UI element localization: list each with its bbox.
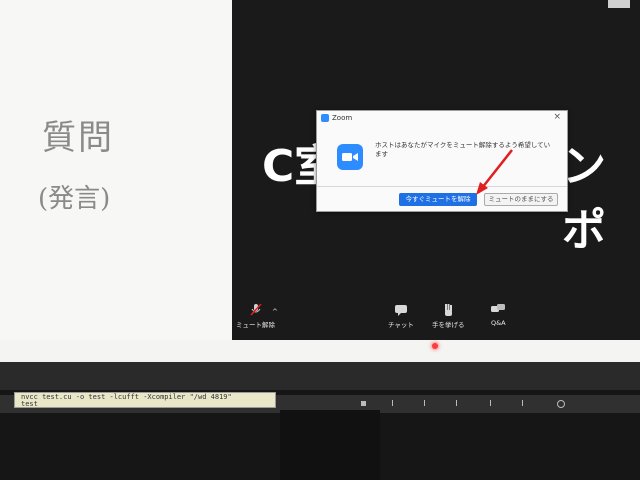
monitor-input-button-icon[interactable] <box>361 401 366 406</box>
monitor-stand <box>280 410 380 480</box>
terminal-command-strip: nvcc test.cu -o test -lcufft -Xcompiler … <box>14 392 276 408</box>
chevron-up-icon[interactable]: ^ <box>272 308 278 316</box>
qa-icon <box>491 304 506 312</box>
raise-hand-button[interactable]: 手を挙げる <box>432 304 465 329</box>
monitor-screen: 質問 (発言) C室 ンポ Zoom × ホストはあなたがマイクをミュート解除す… <box>0 0 640 362</box>
terminal-line-1: nvcc test.cu -o test -lcufft -Xcompiler … <box>21 393 232 401</box>
raise-hand-label: 手を挙げる <box>432 321 465 329</box>
dialog-titlebar: Zoom <box>321 114 352 122</box>
chat-bubble-icon <box>394 305 407 316</box>
qa-label: Q&A <box>491 319 506 327</box>
chat-button[interactable]: チャット <box>388 304 414 329</box>
raise-hand-icon <box>445 304 453 316</box>
qa-button[interactable]: Q&A <box>491 304 506 327</box>
slide-left-panel: 質問 (発言) <box>0 0 232 340</box>
screen-bottom-area <box>0 340 640 362</box>
unmute-now-button[interactable]: 今すぐミュートを解除 <box>399 193 477 206</box>
dialog-app-name: Zoom <box>332 114 353 122</box>
zoom-app-icon <box>321 114 329 122</box>
meeting-toolbar: ミュート解除 ^ チャット 手を挙げる Q&A <box>232 298 640 340</box>
unmute-toolbar-button[interactable]: ミュート解除 <box>236 304 275 329</box>
shared-slide-text-right: ンポ <box>562 141 606 256</box>
monitor-control-tick[interactable] <box>522 400 523 406</box>
unmute-toolbar-label: ミュート解除 <box>236 321 275 329</box>
annotation-arrow-icon <box>476 149 513 195</box>
power-icon[interactable] <box>557 400 565 408</box>
video-camera-icon <box>337 144 363 170</box>
monitor-bezel <box>0 362 640 390</box>
chat-label: チャット <box>388 321 414 329</box>
terminal-line-2: test <box>21 400 38 408</box>
close-icon[interactable]: × <box>553 112 561 122</box>
monitor-control-tick[interactable] <box>424 400 425 406</box>
muted-microphone-icon <box>249 304 262 316</box>
slide-title: 質問 <box>42 118 114 158</box>
dialog-divider <box>317 186 567 187</box>
monitor-control-tick[interactable] <box>392 400 393 406</box>
recording-indicator-dot <box>432 343 438 349</box>
dialog-message: ホストはあなたがマイクをミュート解除するよう希望しています <box>375 141 551 158</box>
monitor-control-tick[interactable] <box>490 400 491 406</box>
monitor-control-tick[interactable] <box>456 400 457 406</box>
participant-name-tag <box>608 0 630 8</box>
unmute-request-dialog: Zoom × ホストはあなたがマイクをミュート解除するよう希望しています 今すぐ… <box>316 110 568 212</box>
slide-subtitle: (発言) <box>38 184 111 214</box>
